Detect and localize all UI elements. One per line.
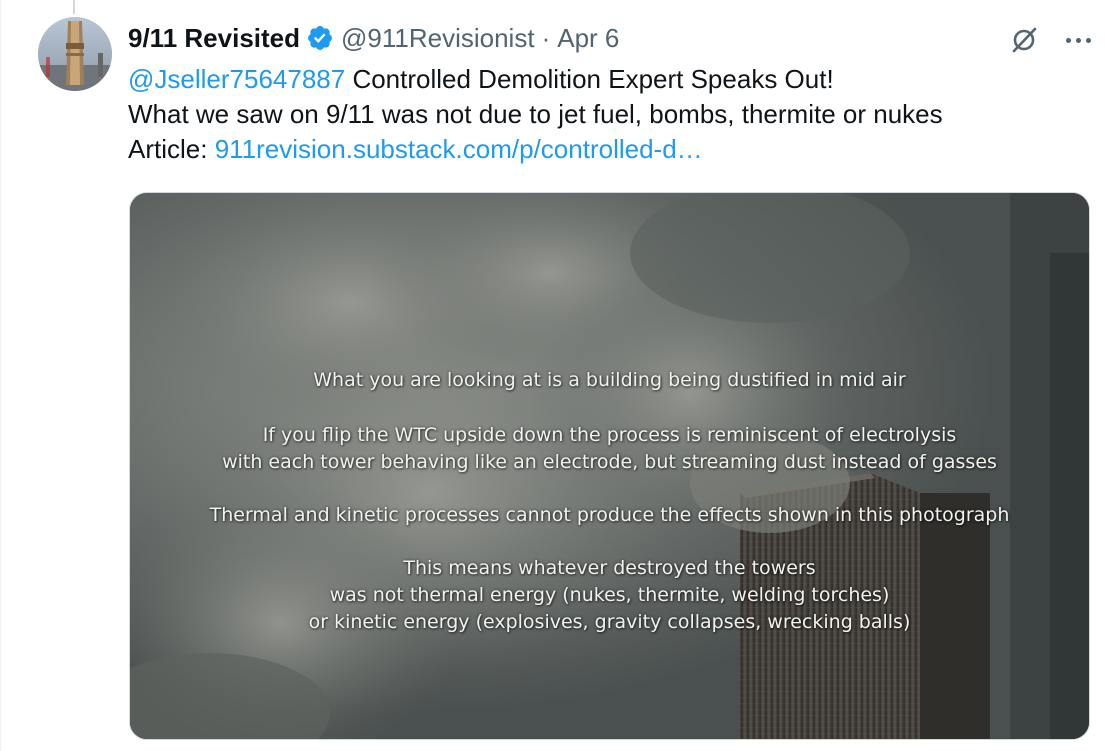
tweet-line-2: What we saw on 9/11 was not due to jet f… xyxy=(128,99,943,129)
overlay-line: or kinetic energy (explosives, gravity c… xyxy=(308,611,911,633)
tweet-line-3: Article: 911revision.substack.com/p/cont… xyxy=(128,132,1088,167)
overlay-line: What you are looking at is a building be… xyxy=(313,369,906,391)
grok-icon[interactable] xyxy=(1008,24,1040,56)
user-handle[interactable]: @911Revisionist xyxy=(341,23,535,54)
overlay-line: This means whatever destroyed the towers xyxy=(403,557,816,579)
article-label: Article: xyxy=(128,134,215,164)
verified-badge-icon[interactable] xyxy=(306,24,334,52)
thread-connector-line xyxy=(73,0,75,14)
overlay-line: was not thermal energy (nukes, thermite,… xyxy=(329,584,890,606)
overlay-line: If you flip the WTC upside down the proc… xyxy=(262,424,957,446)
tweet-date[interactable]: Apr 6 xyxy=(557,23,619,54)
separator-dot: · xyxy=(541,22,551,53)
article-link[interactable]: 911revision.substack.com/p/controlled-d… xyxy=(215,134,703,164)
overlay-paragraph-4: This means whatever destroyed the towers… xyxy=(130,555,1089,636)
display-name[interactable]: 9/11 Revisited xyxy=(128,23,300,54)
overlay-line: Thermal and kinetic processes cannot pro… xyxy=(209,504,1010,526)
media-image[interactable]: What you are looking at is a building be… xyxy=(129,192,1090,740)
mention-link[interactable]: @Jseller75647887 xyxy=(128,64,345,94)
overlay-paragraph-3: Thermal and kinetic processes cannot pro… xyxy=(130,502,1089,529)
avatar[interactable] xyxy=(38,17,112,91)
overlay-line: with each tower behaving like an electro… xyxy=(222,451,997,473)
tweet-header: 9/11 Revisited @911Revisionist · Apr 6 xyxy=(128,20,619,56)
tweet-container[interactable]: 9/11 Revisited @911Revisionist · Apr 6 @… xyxy=(0,0,1105,751)
more-icon[interactable] xyxy=(1058,24,1098,56)
tweet-line-1: @Jseller75647887 Controlled Demolition E… xyxy=(128,62,1088,97)
avatar-image xyxy=(38,17,112,91)
overlay-paragraph-2: If you flip the WTC upside down the proc… xyxy=(130,422,1089,476)
image-overlay-text: What you are looking at is a building be… xyxy=(130,193,1089,739)
tweet-text: @Jseller75647887 Controlled Demolition E… xyxy=(128,62,1088,167)
overlay-paragraph-1: What you are looking at is a building be… xyxy=(130,367,1089,394)
tweet-headline: Controlled Demolition Expert Speaks Out! xyxy=(345,64,834,94)
